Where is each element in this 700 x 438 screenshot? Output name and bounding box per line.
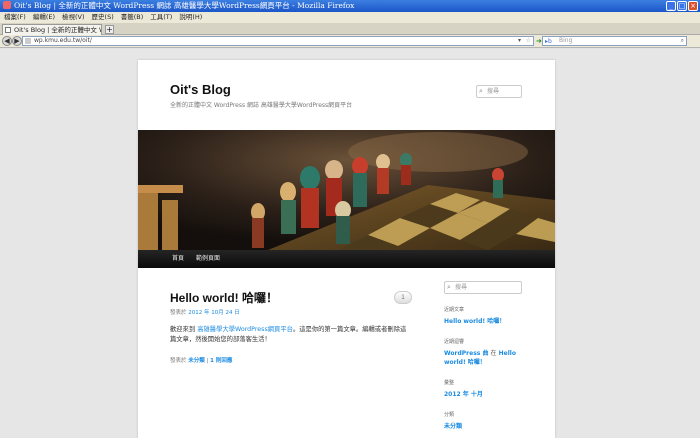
navigation-toolbar: ◀ ▶ wp.kmu.edu.tw/oit/ ▾ ☆ ➜ ▸b Bing ⌕ — [0, 35, 700, 48]
address-text: wp.kmu.edu.tw/oit/ — [34, 37, 92, 44]
menubar: 檔案(F) 編輯(E) 檢視(V) 歷史(S) 書籤(B) 工具(T) 說明(H… — [0, 12, 700, 23]
site-tagline: 全新的正體中文 WordPress 網誌 高雄醫學大學WordPress網頁平台 — [170, 102, 353, 109]
firefox-icon — [3, 1, 11, 9]
main-navigation: 首頁 範例頁面 — [138, 250, 555, 268]
search-engine-icon[interactable]: ▸b — [545, 38, 552, 46]
recent-comment: WordPress 曲 在 Hello world! 哈囉！ — [444, 349, 524, 367]
blog-page: Oit's Blog 全新的正體中文 WordPress 網誌 高雄醫學大學Wo… — [138, 60, 555, 438]
site-title[interactable]: Oit's Blog — [170, 82, 231, 97]
menu-bookmarks[interactable]: 書籤(B) — [121, 12, 144, 23]
nav-home[interactable]: 首頁 — [172, 250, 184, 268]
widget-title-recent-posts: 近期文章 — [444, 307, 465, 313]
window-controls: _ □ × — [666, 1, 698, 11]
footer-prefix: 發表於 — [170, 358, 187, 364]
chess-photo — [138, 130, 555, 250]
minimize-button[interactable]: _ — [666, 1, 676, 11]
new-tab-button[interactable]: + — [105, 25, 114, 34]
maximize-button[interactable]: □ — [677, 1, 687, 11]
tab-bar: Oit's Blog | 全新的正體中文 W... + — [0, 23, 700, 35]
menu-tools[interactable]: 工具(T) — [150, 12, 172, 23]
post-footer: 發表於 未分類 | 1 則回應 — [170, 356, 232, 364]
page-icon — [5, 27, 11, 33]
content-link[interactable]: 高雄醫學大學WordPress網頁平台 — [197, 326, 293, 333]
post-date-link[interactable]: 2012 年 10月 24 日 — [188, 310, 240, 316]
post-content: 歡迎來到 高雄醫學大學WordPress網頁平台。這是你的第一篇文章。編輯或者刪… — [170, 325, 410, 345]
history-dropdown-icon[interactable]: ▾ — [518, 37, 521, 45]
menu-help[interactable]: 說明(H) — [179, 12, 202, 23]
menu-file[interactable]: 檔案(F) — [4, 12, 26, 23]
comment-count-bubble[interactable]: 1 — [394, 291, 412, 304]
archive-link[interactable]: 2012 年 十月 — [444, 390, 524, 399]
search-icon[interactable]: ⌕ — [681, 37, 684, 45]
meta-prefix: 發表於 — [170, 310, 187, 316]
window-titlebar: Oit's Blog | 全新的正體中文 WordPress 網誌 高雄醫學大學… — [0, 0, 700, 12]
address-bar[interactable]: wp.kmu.edu.tw/oit/ ▾ ☆ — [22, 36, 534, 46]
content-intro: 歡迎來到 — [170, 326, 196, 333]
widget-title-archives: 彙整 — [444, 380, 455, 386]
menu-history[interactable]: 歷史(S) — [92, 12, 114, 23]
comment-author-link[interactable]: WordPress 曲 — [444, 350, 488, 357]
category-widget-link[interactable]: 未分類 — [444, 422, 524, 431]
web-search-box[interactable]: ▸b Bing ⌕ — [542, 36, 687, 46]
sidebar-search-placeholder: 搜尋 — [455, 284, 468, 291]
comment-on-text: 在 — [490, 350, 497, 357]
header-image[interactable] — [138, 130, 555, 250]
close-button[interactable]: × — [688, 1, 698, 11]
search-icon: ⌕ — [479, 87, 483, 95]
web-search-placeholder: Bing — [559, 37, 573, 44]
menu-view[interactable]: 檢視(V) — [62, 12, 85, 23]
post-meta: 發表於 2012 年 10月 24 日 — [170, 308, 240, 316]
header-search-input[interactable]: ⌕ 搜尋 — [476, 85, 522, 98]
post-title[interactable]: Hello world! 哈囉！ — [170, 289, 278, 306]
forward-button[interactable]: ▶ — [12, 36, 22, 46]
page-viewport: Oit's Blog 全新的正體中文 WordPress 網誌 高雄醫學大學Wo… — [0, 49, 700, 438]
window-title: Oit's Blog | 全新的正體中文 WordPress 網誌 高雄醫學大學… — [14, 1, 355, 10]
sidebar: ⌕ 搜尋 近期文章 Hello world! 哈囉！ 近期迴響 WordPres… — [444, 281, 524, 431]
widget-title-recent-comments: 近期迴響 — [444, 339, 465, 345]
header-search-placeholder: 搜尋 — [487, 88, 500, 95]
tab-label: Oit's Blog | 全新的正體中文 W... — [14, 26, 102, 34]
search-icon: ⌕ — [447, 283, 451, 291]
menu-edit[interactable]: 編輯(E) — [33, 12, 55, 23]
bookmark-star-icon[interactable]: ☆ — [526, 37, 531, 45]
back-button[interactable]: ◀ — [2, 36, 12, 46]
nav-sample-page[interactable]: 範例頁面 — [196, 250, 220, 268]
category-link[interactable]: 未分類 — [188, 358, 205, 364]
widget-title-categories: 分類 — [444, 412, 455, 418]
sidebar-search-input[interactable]: ⌕ 搜尋 — [444, 281, 522, 294]
site-identity-icon[interactable] — [25, 38, 31, 44]
separator: | — [206, 358, 209, 364]
recent-post-link[interactable]: Hello world! 哈囉！ — [444, 317, 524, 326]
tab-oits-blog[interactable]: Oit's Blog | 全新的正體中文 W... — [2, 24, 102, 35]
comments-link[interactable]: 1 則回應 — [210, 358, 232, 364]
